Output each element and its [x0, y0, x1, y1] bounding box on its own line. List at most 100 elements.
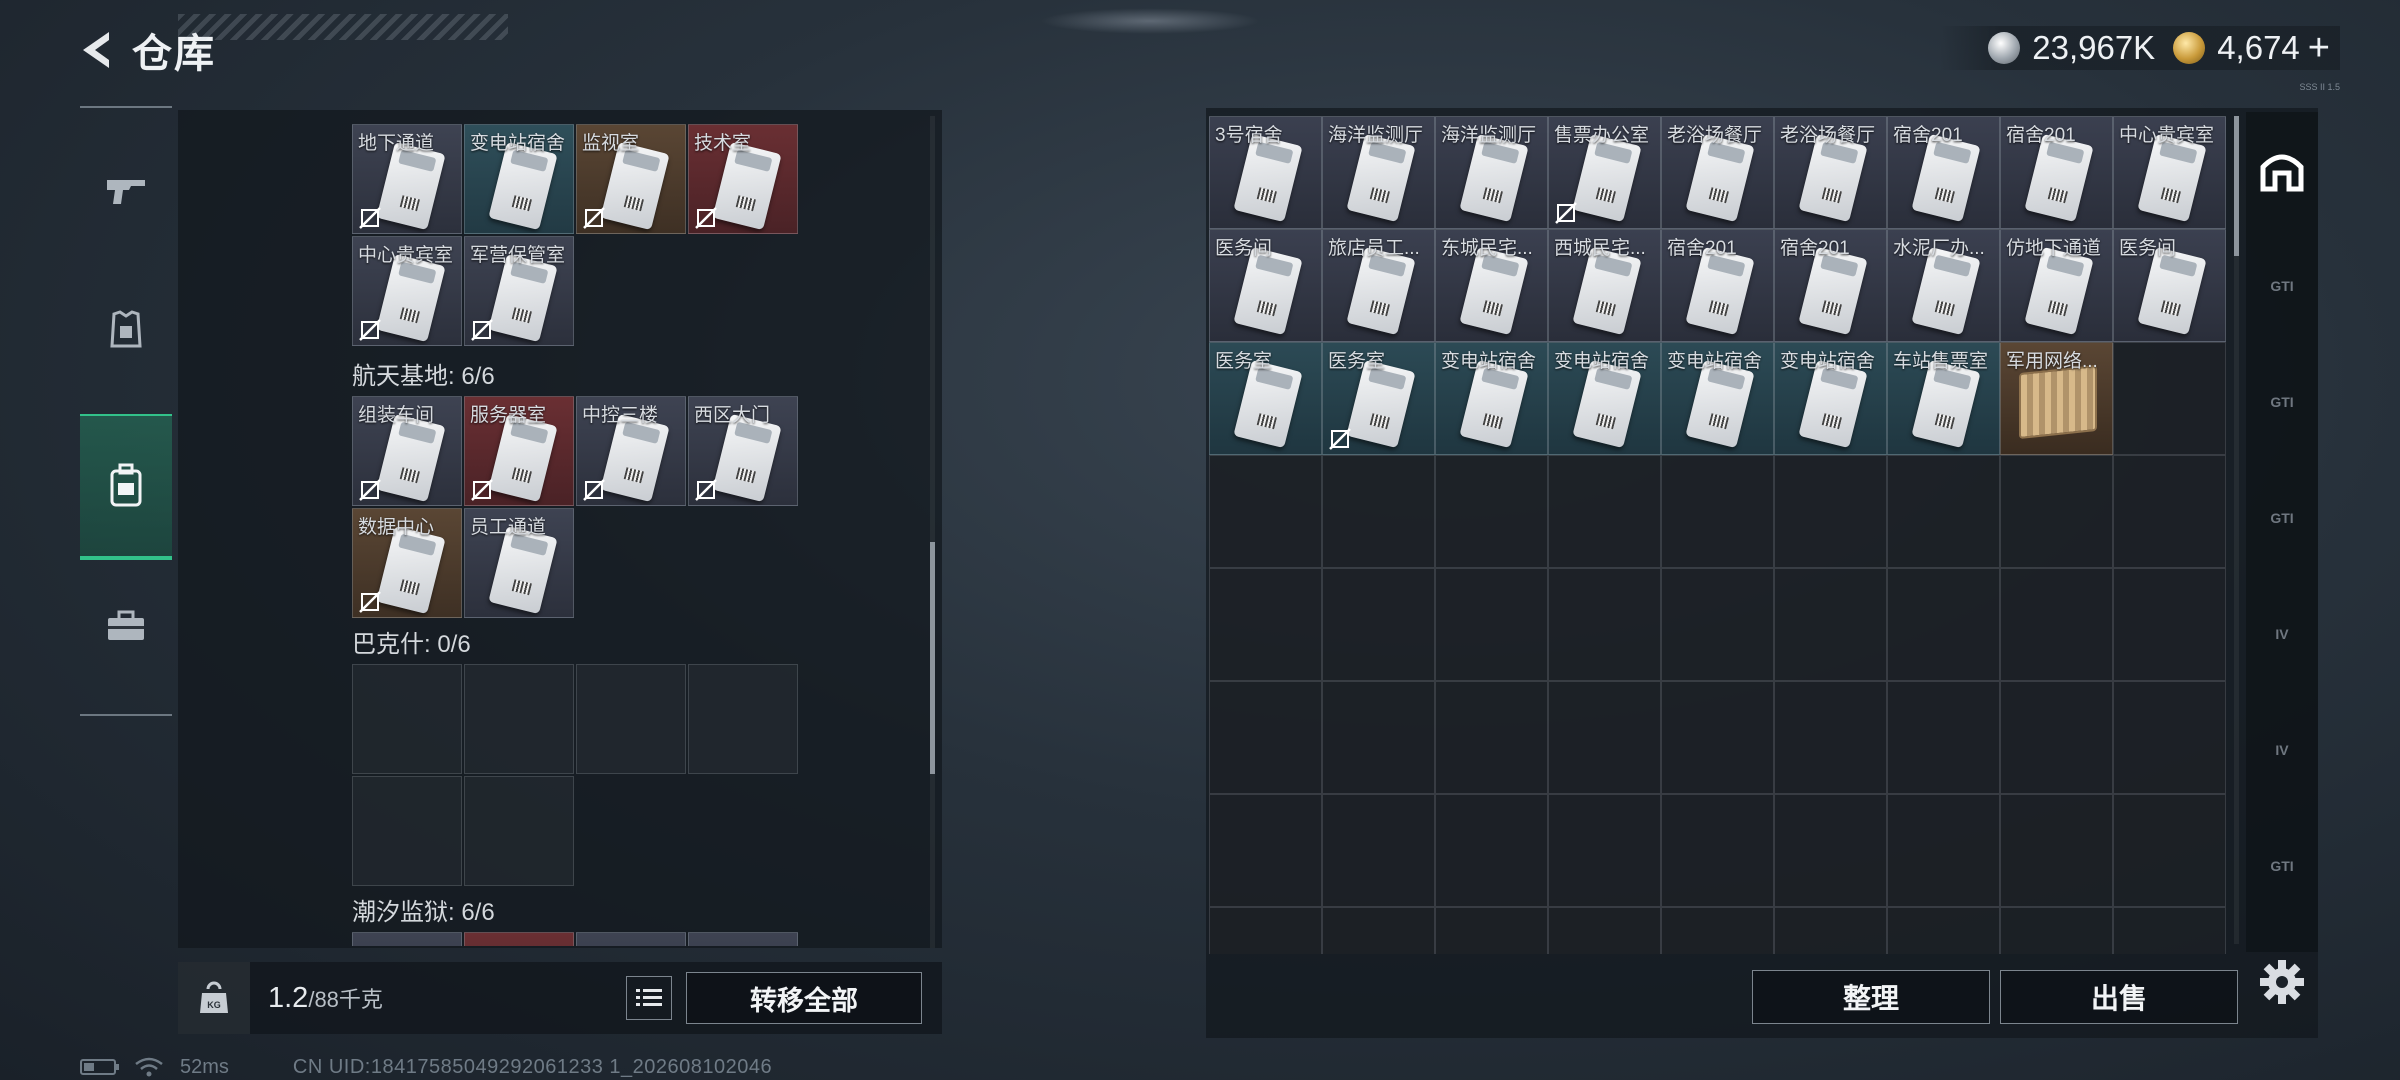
- empty-slot[interactable]: [1209, 681, 1322, 794]
- empty-slot[interactable]: [2113, 794, 2226, 907]
- warehouse-tab-3[interactable]: GTI: [2246, 460, 2318, 576]
- empty-slot[interactable]: [1435, 568, 1548, 681]
- item-slot[interactable]: 老浴场餐厅: [1661, 116, 1774, 229]
- item-slot[interactable]: 服务器室: [464, 396, 574, 506]
- item-slot[interactable]: 监视室: [576, 124, 686, 234]
- empty-slot[interactable]: [1548, 907, 1661, 954]
- empty-slot[interactable]: [1661, 568, 1774, 681]
- item-slot[interactable]: 地下通道: [352, 124, 462, 234]
- item-slot[interactable]: 3号宿舍: [1209, 116, 1322, 229]
- item-slot[interactable]: 医务室: [1322, 342, 1435, 455]
- empty-slot[interactable]: [1774, 794, 1887, 907]
- item-slot[interactable]: 宿舍201: [1774, 229, 1887, 342]
- item-slot[interactable]: 西区大门: [688, 396, 798, 506]
- warehouse-tab-0[interactable]: [2246, 112, 2318, 228]
- gear-icon[interactable]: [2256, 956, 2308, 1008]
- item-slot[interactable]: 宿舍201: [2000, 116, 2113, 229]
- sidebar-item-weapons[interactable]: [80, 120, 172, 260]
- empty-slot[interactable]: [1322, 455, 1435, 568]
- item-slot[interactable]: [352, 932, 462, 946]
- sidebar-item-backpack[interactable]: [80, 414, 172, 560]
- item-slot[interactable]: 员工通道: [464, 508, 574, 618]
- empty-slot[interactable]: [1435, 907, 1548, 954]
- empty-slot[interactable]: [1887, 455, 2000, 568]
- item-slot[interactable]: 变电站宿舍: [1548, 342, 1661, 455]
- empty-slot[interactable]: [2000, 907, 2113, 954]
- empty-slot[interactable]: [2000, 794, 2113, 907]
- transfer-all-button[interactable]: 转移全部: [686, 972, 922, 1024]
- empty-slot[interactable]: [1322, 907, 1435, 954]
- empty-slot[interactable]: [1887, 907, 2000, 954]
- item-slot[interactable]: 车站售票室: [1887, 342, 2000, 455]
- empty-slot[interactable]: [1322, 681, 1435, 794]
- empty-slot[interactable]: [352, 664, 462, 774]
- empty-slot[interactable]: [688, 664, 798, 774]
- empty-slot[interactable]: [1435, 681, 1548, 794]
- empty-slot[interactable]: [2113, 342, 2226, 455]
- item-slot[interactable]: 变电站宿舍: [1435, 342, 1548, 455]
- item-slot[interactable]: 仿地下通道: [2000, 229, 2113, 342]
- item-slot[interactable]: 中心贵宾室: [352, 236, 462, 346]
- item-slot[interactable]: [576, 932, 686, 946]
- empty-slot[interactable]: [2113, 455, 2226, 568]
- item-slot[interactable]: 组装车间: [352, 396, 462, 506]
- empty-slot[interactable]: [1322, 568, 1435, 681]
- item-slot[interactable]: 军用网络...: [2000, 342, 2113, 455]
- empty-slot[interactable]: [1774, 455, 1887, 568]
- empty-slot[interactable]: [464, 776, 574, 886]
- empty-slot[interactable]: [2000, 455, 2113, 568]
- item-slot[interactable]: 水泥厂办...: [1887, 229, 2000, 342]
- warehouse-tab-2[interactable]: GTI: [2246, 344, 2318, 460]
- warehouse-grid[interactable]: 3号宿舍 海洋监测厅 海洋监测厅 售票办公室 老浴场餐厅 老浴场餐厅 宿舍201 宿舍201 中…: [1209, 116, 2227, 954]
- item-slot[interactable]: 医务间: [2113, 229, 2226, 342]
- warehouse-tab-1[interactable]: GTI: [2246, 228, 2318, 344]
- empty-slot[interactable]: [1661, 681, 1774, 794]
- empty-slot[interactable]: [1209, 455, 1322, 568]
- left-scrollbar[interactable]: [930, 116, 935, 948]
- item-slot[interactable]: [464, 932, 574, 946]
- item-slot[interactable]: 老浴场餐厅: [1774, 116, 1887, 229]
- item-slot[interactable]: 军营保管室: [464, 236, 574, 346]
- list-view-button[interactable]: [626, 976, 672, 1020]
- item-slot[interactable]: 变电站宿舍: [464, 124, 574, 234]
- empty-slot[interactable]: [1209, 794, 1322, 907]
- empty-slot[interactable]: [1209, 568, 1322, 681]
- item-slot[interactable]: 宿舍201: [1661, 229, 1774, 342]
- empty-slot[interactable]: [1887, 681, 2000, 794]
- empty-slot[interactable]: [2113, 681, 2226, 794]
- warehouse-tab-4[interactable]: IV: [2246, 576, 2318, 692]
- empty-slot[interactable]: [1435, 455, 1548, 568]
- empty-slot[interactable]: [1661, 794, 1774, 907]
- empty-slot[interactable]: [1548, 794, 1661, 907]
- sidebar-item-armor[interactable]: [80, 260, 172, 400]
- empty-slot[interactable]: [1322, 794, 1435, 907]
- empty-slot[interactable]: [2000, 568, 2113, 681]
- warehouse-tab-6[interactable]: GTI: [2246, 808, 2318, 924]
- empty-slot[interactable]: [1661, 907, 1774, 954]
- warehouse-tab-5[interactable]: IV: [2246, 692, 2318, 808]
- empty-slot[interactable]: [1887, 568, 2000, 681]
- empty-slot[interactable]: [1548, 681, 1661, 794]
- item-slot[interactable]: 数据中心: [352, 508, 462, 618]
- left-scrollbar-thumb[interactable]: [930, 542, 935, 774]
- sell-button[interactable]: 出售: [2000, 970, 2238, 1024]
- item-slot[interactable]: 医务室: [1209, 342, 1322, 455]
- item-slot[interactable]: 西城民宅...: [1548, 229, 1661, 342]
- item-slot[interactable]: [688, 932, 798, 946]
- item-slot[interactable]: 东城民宅...: [1435, 229, 1548, 342]
- empty-slot[interactable]: [1435, 794, 1548, 907]
- item-slot[interactable]: 售票办公室: [1548, 116, 1661, 229]
- empty-slot[interactable]: [1774, 568, 1887, 681]
- item-slot[interactable]: 医务间: [1209, 229, 1322, 342]
- empty-slot[interactable]: [352, 776, 462, 886]
- empty-slot[interactable]: [1774, 681, 1887, 794]
- item-slot[interactable]: 中控三楼: [576, 396, 686, 506]
- empty-slot[interactable]: [1548, 568, 1661, 681]
- empty-slot[interactable]: [2113, 907, 2226, 954]
- item-slot[interactable]: 技术室: [688, 124, 798, 234]
- item-slot[interactable]: 变电站宿舍: [1774, 342, 1887, 455]
- item-slot[interactable]: 变电站宿舍: [1661, 342, 1774, 455]
- item-slot[interactable]: 海洋监测厅: [1322, 116, 1435, 229]
- empty-slot[interactable]: [2113, 568, 2226, 681]
- empty-slot[interactable]: [464, 664, 574, 774]
